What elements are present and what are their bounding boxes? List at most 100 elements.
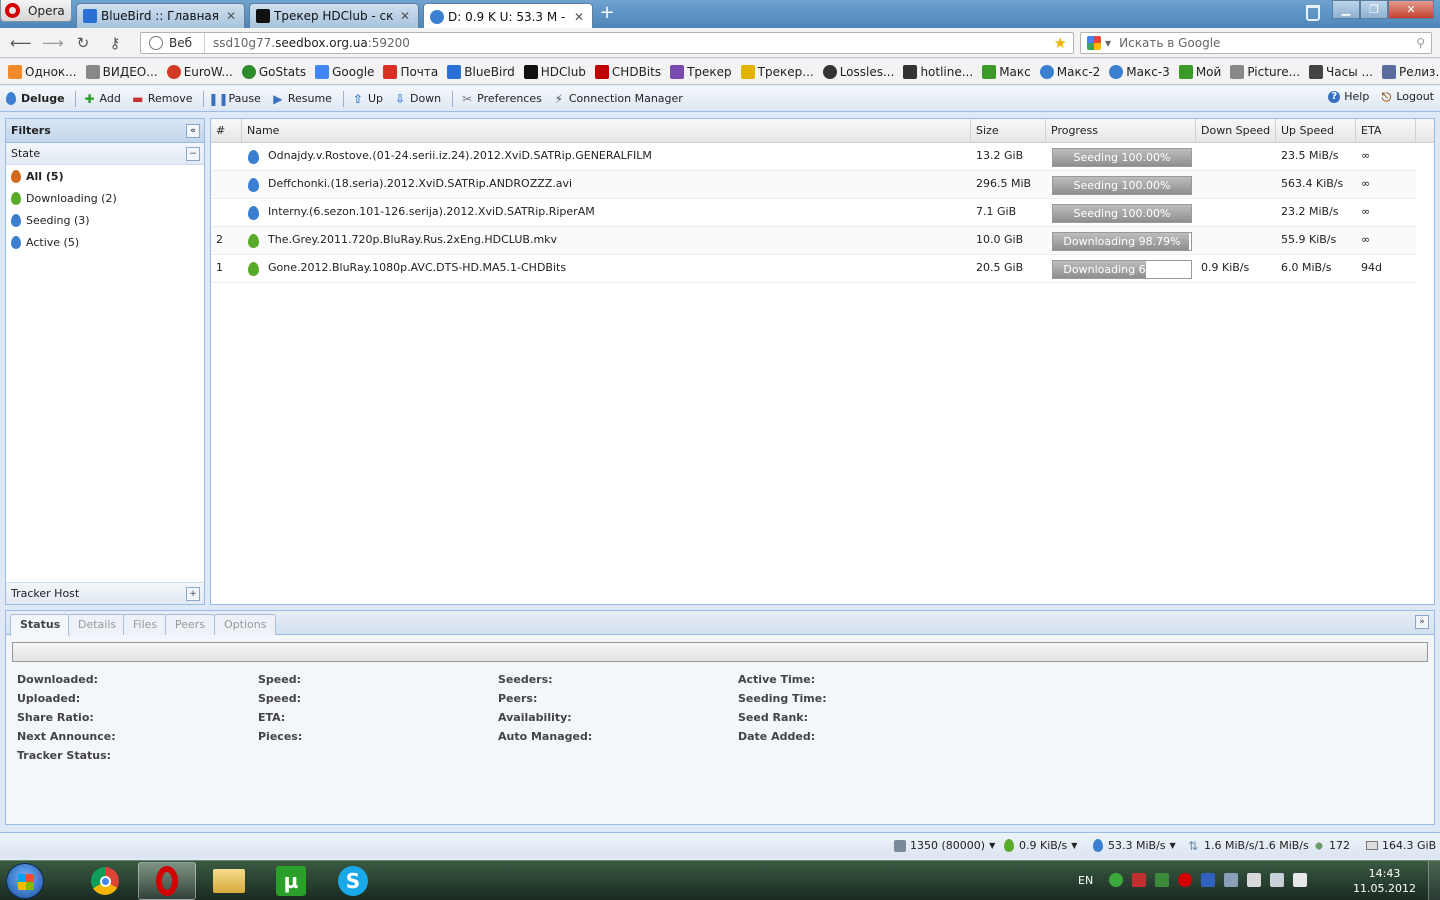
close-icon[interactable]: ✕ (224, 9, 238, 23)
tab-details[interactable]: Details (68, 614, 127, 635)
tab-options[interactable]: Options (214, 614, 277, 635)
bookmark-item[interactable]: HDClub (523, 64, 586, 79)
table-row[interactable]: Interny.(6.sezon.101-126.serija).2012.Xv… (211, 199, 1416, 227)
tab-status[interactable]: Status (10, 614, 71, 636)
trash-icon[interactable] (1306, 5, 1320, 21)
taskbar-opera-button[interactable] (138, 862, 196, 900)
address-field[interactable]: Веб ssd10g77.seedbox.org.ua:59200 ★ (140, 32, 1074, 54)
remove-button[interactable]: ▬ Remove (132, 92, 192, 105)
bookmark-item[interactable]: Макс-2 (1039, 64, 1100, 79)
restore-button[interactable]: ❐ (1360, 0, 1388, 19)
collapse-down-icon[interactable]: » (1415, 615, 1429, 629)
add-button[interactable]: ✚ Add (84, 92, 121, 105)
tray-network-icon[interactable] (1132, 873, 1147, 887)
bluetooth-icon[interactable] (1201, 873, 1216, 887)
display-icon[interactable] (1270, 873, 1285, 887)
bookmark-item[interactable]: CHDBits (594, 64, 661, 79)
show-desktop-button[interactable] (1428, 861, 1440, 900)
collapse-left-icon[interactable]: « (186, 124, 200, 138)
search-box[interactable]: ▼ Искать в Google ⚲ (1080, 32, 1432, 54)
close-icon[interactable]: ✕ (572, 10, 586, 24)
column-header-progress[interactable]: Progress (1046, 119, 1196, 143)
opera-menu-button[interactable]: Opera (0, 0, 72, 22)
bookmark-item[interactable]: hotline... (903, 64, 973, 79)
taskbar-chrome-button[interactable] (76, 862, 134, 900)
bookmark-item[interactable]: Релиз... (1381, 64, 1440, 79)
connection-manager-button[interactable]: ⚡ Connection Manager (553, 92, 683, 105)
pause-button[interactable]: ❚❚ Pause (208, 92, 260, 105)
close-icon[interactable]: ✕ (398, 9, 412, 23)
table-row[interactable]: 2 The.Grey.2011.720p.BluRay.Rus.2xEng.HD… (211, 227, 1416, 255)
filter-item-all[interactable]: All (5) (6, 165, 204, 187)
queue-down-button[interactable]: ⇩ Down (394, 92, 441, 105)
flag-icon[interactable] (1247, 873, 1262, 887)
filter-item-downloading[interactable]: Downloading (2) (6, 187, 204, 209)
bookmark-item[interactable]: Почта (383, 64, 438, 79)
column-header-eta[interactable]: ETA (1356, 119, 1416, 143)
taskbar-explorer-button[interactable] (200, 862, 258, 900)
tray-opera-icon[interactable] (1178, 873, 1193, 887)
bookmark-item[interactable]: BlueBird (447, 64, 515, 79)
column-header-size[interactable]: Size (971, 119, 1046, 143)
taskbar-skype-button[interactable]: S (324, 862, 382, 900)
table-row[interactable]: Deffchonki.(18.seria).2012.XviD.SATRip.A… (211, 171, 1416, 199)
window-close-button[interactable]: ✕ (1388, 0, 1434, 19)
expand-plus-icon[interactable]: + (186, 587, 200, 601)
forward-arrow-icon[interactable]: ⟶ (42, 34, 64, 52)
table-row[interactable]: 1 Gone.2012.BluRay.1080p.AVC.DTS-HD.MA5.… (211, 255, 1416, 283)
key-icon[interactable]: ⚷ (106, 34, 124, 52)
column-header-name[interactable]: Name (242, 119, 971, 143)
browser-tab-hdclub[interactable]: Трекер HDClub - скач... ✕ (249, 3, 419, 28)
bookmark-item[interactable]: Picture... (1230, 64, 1300, 79)
download-speed-status[interactable]: 0.9 KiB/s ▼ (1004, 839, 1077, 852)
column-header-up-speed[interactable]: Up Speed (1276, 119, 1356, 143)
queue-up-button[interactable]: ⇧ Up (352, 92, 383, 105)
column-header-number[interactable]: # (211, 119, 242, 143)
back-arrow-icon[interactable]: ⟵ (10, 34, 32, 52)
preferences-button[interactable]: ✂ Preferences (461, 92, 542, 105)
tracker-host-filter-header[interactable]: Tracker Host + (6, 582, 204, 604)
tray-security-icon[interactable] (1155, 873, 1170, 887)
tray-media-icon[interactable] (1224, 873, 1239, 887)
connections-status[interactable]: 1350 (80000) ▼ (894, 839, 995, 852)
filter-item-seeding[interactable]: Seeding (3) (6, 209, 204, 231)
tab-peers[interactable]: Peers (165, 614, 216, 635)
volume-icon[interactable] (1293, 873, 1308, 887)
bookmark-item[interactable]: Макс (982, 64, 1031, 79)
resume-button[interactable]: ▶ Resume (272, 92, 332, 105)
browser-tab-deluge[interactable]: D: 0.9 K U: 53.3 M - Del... ✕ (423, 3, 593, 29)
bookmark-item[interactable]: Мой (1178, 64, 1221, 79)
upload-speed-status[interactable]: 53.3 MiB/s ▼ (1093, 839, 1176, 852)
bookmark-item[interactable]: Трекер (670, 64, 732, 79)
minimize-button[interactable]: ▁ (1332, 0, 1360, 19)
url-text[interactable]: ssd10g77.seedbox.org.ua:59200 (205, 36, 1054, 50)
collapse-minus-icon[interactable]: − (186, 147, 200, 161)
browser-tab-bluebird[interactable]: BlueBird :: Главная: ск... ✕ (76, 3, 245, 28)
bookmark-item[interactable]: Часы ... (1309, 64, 1373, 79)
bookmark-item[interactable]: EuroW... (166, 64, 233, 79)
bookmark-item[interactable]: Google (315, 64, 374, 79)
filter-item-active[interactable]: Active (5) (6, 231, 204, 253)
tab-files[interactable]: Files (123, 614, 168, 635)
new-tab-plus-icon[interactable]: + (598, 4, 616, 23)
bookmark-item[interactable]: Макс-3 (1109, 64, 1170, 79)
bookmark-item[interactable]: Трекер... (740, 64, 814, 79)
language-indicator[interactable]: EN (1078, 874, 1093, 887)
state-filter-header[interactable]: State − (6, 143, 204, 165)
start-button[interactable] (6, 863, 44, 899)
bookmark-item[interactable]: ВИДЕО... (85, 64, 158, 79)
reload-icon[interactable]: ↻ (74, 34, 92, 52)
clock[interactable]: 14:43 11.05.2012 (1353, 866, 1416, 896)
taskbar-utorrent-button[interactable]: µ (262, 862, 320, 900)
search-icon[interactable]: ⚲ (1416, 36, 1431, 50)
table-row[interactable]: Odnajdy.v.Rostove.(01-24.serii.iz.24).20… (211, 143, 1416, 171)
bookmark-item[interactable]: Lossles... (822, 64, 894, 79)
logout-button[interactable]: ⎋ Logout (1380, 90, 1434, 103)
chevron-down-icon[interactable]: ▼ (1105, 39, 1111, 48)
help-button[interactable]: ? Help (1328, 90, 1369, 103)
column-header-down-speed[interactable]: Down Speed (1196, 119, 1276, 143)
bookmark-item[interactable]: GoStats (241, 64, 306, 79)
bookmark-star-icon[interactable]: ★ (1054, 34, 1073, 52)
tray-app-icon[interactable] (1109, 873, 1124, 887)
bookmark-item[interactable]: Однок... (8, 64, 77, 79)
